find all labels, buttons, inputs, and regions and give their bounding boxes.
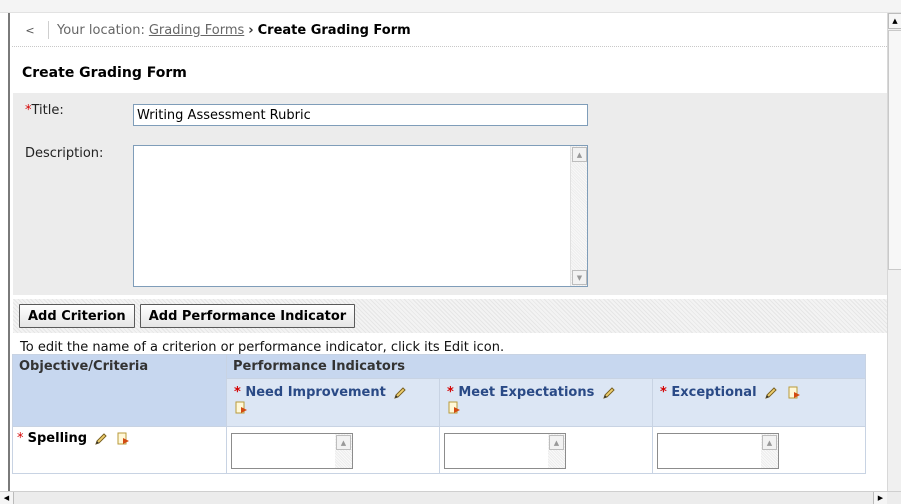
- breadcrumb: < Your location: Grading Forms › Create …: [12, 14, 887, 47]
- add-performance-indicator-button[interactable]: Add Performance Indicator: [139, 304, 356, 328]
- required-marker: *: [234, 385, 241, 400]
- indicators-column-header: Performance Indicators: [226, 354, 866, 379]
- breadcrumb-arrow-icon: ›: [248, 22, 254, 38]
- pencil-icon[interactable]: [602, 386, 616, 400]
- pencil-icon[interactable]: [94, 432, 108, 446]
- indicator-header: * Need Improvement: [226, 378, 440, 427]
- rubric-cell-textarea[interactable]: ▲: [657, 433, 779, 469]
- breadcrumb-current: Create Grading Form: [257, 22, 411, 38]
- required-marker: *: [17, 431, 24, 446]
- indicators-header-label: Performance Indicators: [233, 359, 406, 374]
- rubric-cell: ▲: [226, 426, 440, 474]
- delete-page-icon[interactable]: [447, 401, 461, 415]
- scroll-down-icon[interactable]: ▼: [572, 270, 587, 285]
- scrollbar-thumb[interactable]: [888, 30, 901, 270]
- breadcrumb-link-grading-forms[interactable]: Grading Forms: [149, 23, 244, 38]
- scroll-up-icon[interactable]: ▲: [762, 435, 777, 450]
- required-marker: *: [447, 385, 454, 400]
- rubric-cell: ▲: [652, 426, 866, 474]
- delete-page-icon[interactable]: [234, 401, 248, 415]
- criteria-column-header: Objective/Criteria: [12, 354, 227, 427]
- chevron-left-icon: <: [25, 23, 35, 37]
- indicator-header: * Exceptional: [652, 378, 866, 427]
- criterion-cell: * Spelling: [12, 426, 227, 474]
- left-frame-border: [0, 13, 10, 493]
- breadcrumb-divider: [48, 21, 49, 39]
- indicator-name: Exceptional: [671, 385, 757, 400]
- description-textarea[interactable]: ▲ ▼: [133, 145, 588, 287]
- scroll-right-icon[interactable]: ▶: [873, 492, 887, 504]
- cell-scrollbar[interactable]: ▲: [335, 434, 352, 468]
- delete-page-icon[interactable]: [787, 386, 801, 400]
- cell-scrollbar[interactable]: ▲: [548, 434, 565, 468]
- add-criterion-button[interactable]: Add Criterion: [19, 304, 135, 328]
- rubric-table: Objective/Criteria Performance Indicator…: [12, 354, 866, 474]
- cell-scrollbar[interactable]: ▲: [761, 434, 778, 468]
- location-prefix: Your location:: [57, 22, 145, 38]
- scroll-up-icon[interactable]: ▲: [888, 13, 901, 29]
- title-label: *Title:: [25, 103, 64, 118]
- rubric-cell-textarea[interactable]: ▲: [444, 433, 566, 469]
- title-label-text: Title:: [31, 103, 64, 118]
- description-scrollbar[interactable]: ▲ ▼: [570, 146, 587, 286]
- back-button[interactable]: <: [20, 20, 40, 40]
- criteria-header-label: Objective/Criteria: [19, 359, 149, 374]
- title-input[interactable]: [133, 104, 588, 126]
- indicator-name: Meet Expectations: [458, 385, 595, 400]
- rubric-cell: ▲: [439, 426, 653, 474]
- page-title: Create Grading Form: [22, 65, 187, 81]
- scroll-up-icon[interactable]: ▲: [572, 147, 587, 162]
- delete-page-icon[interactable]: [116, 432, 130, 446]
- scroll-left-icon[interactable]: ◀: [0, 492, 14, 504]
- action-toolbar: Add Criterion Add Performance Indicator: [13, 299, 887, 333]
- top-strip: [0, 0, 901, 13]
- scroll-up-icon[interactable]: ▲: [549, 435, 564, 450]
- horizontal-scrollbar[interactable]: ◀ ▶: [0, 491, 901, 504]
- indicator-name: Need Improvement: [245, 385, 386, 400]
- required-marker: *: [660, 385, 667, 400]
- form-area: *Title: Description: ▲ ▼: [13, 93, 887, 295]
- description-label: Description:: [25, 146, 104, 161]
- scroll-up-icon[interactable]: ▲: [336, 435, 351, 450]
- vertical-scrollbar[interactable]: ▲: [887, 13, 901, 491]
- indicator-header: * Meet Expectations: [439, 378, 653, 427]
- criterion-name: Spelling: [27, 431, 88, 446]
- rubric-cell-textarea[interactable]: ▲: [231, 433, 353, 469]
- browser-viewport: < Your location: Grading Forms › Create …: [0, 0, 901, 504]
- pencil-icon[interactable]: [764, 386, 778, 400]
- pencil-icon[interactable]: [393, 386, 407, 400]
